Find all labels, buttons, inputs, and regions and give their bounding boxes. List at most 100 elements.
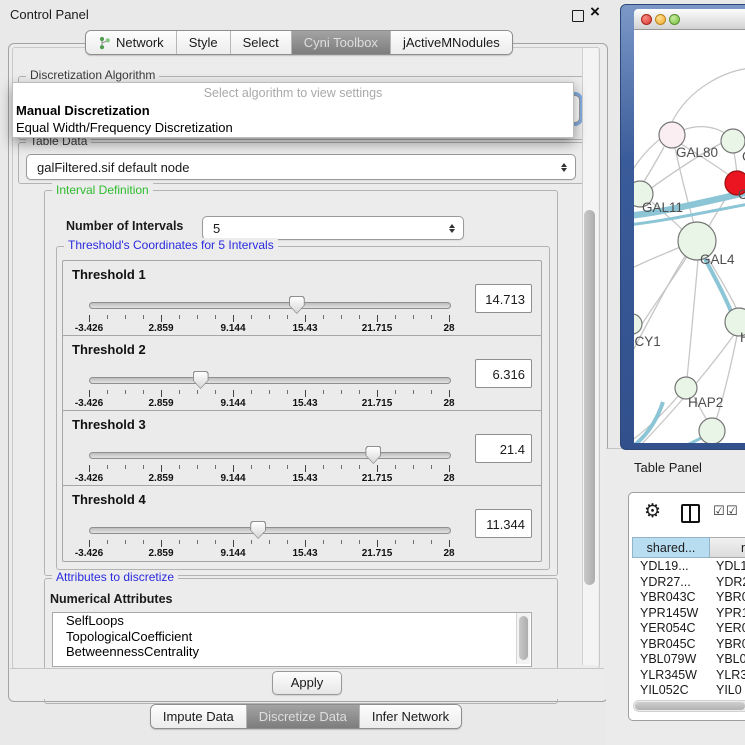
attribute-item-topologicalcoefficient[interactable]: TopologicalCoefficient: [53, 629, 531, 645]
table-row[interactable]: YLR345W YLR3: [632, 668, 745, 684]
table-row[interactable]: YBL079W YBL0: [632, 652, 745, 668]
threshold-4-value-field[interactable]: 11.344: [475, 509, 532, 538]
cell-shared-name[interactable]: YBL079W: [640, 652, 696, 668]
network-node-gcy1[interactable]: [634, 314, 642, 334]
main-scrollbar-thumb[interactable]: [584, 210, 595, 585]
checked-box-icon[interactable]: ☑: [726, 504, 738, 519]
cell-shared-name[interactable]: YLR345W: [640, 668, 697, 684]
threshold-1-value-field[interactable]: 14.713: [475, 284, 532, 313]
network-window-titlebar[interactable]: [634, 9, 745, 30]
threshold-4-slider-thumb[interactable]: [250, 521, 266, 539]
table-row[interactable]: YBR043C YBR0: [632, 590, 745, 606]
table-hscrollbar[interactable]: [633, 700, 745, 712]
cell-shared-name[interactable]: YDR27...: [640, 575, 691, 591]
attributes-list-scrollbar[interactable]: [516, 613, 530, 664]
node-label-c-partial: C: [738, 187, 745, 202]
close-icon[interactable]: ×: [590, 2, 600, 22]
threshold-2-slider-track[interactable]: [89, 377, 451, 384]
table-hscrollbar-thumb[interactable]: [635, 702, 745, 710]
cell-name[interactable]: YBR0: [716, 590, 745, 606]
node-table: ⚙ ☑ ☑ shared... n YDL19...YDL1YDR27...YD…: [628, 492, 745, 721]
threshold-4-scale: -3.4262.8599.14415.4321.71528: [89, 540, 449, 560]
threshold-1-slider-track[interactable]: [89, 302, 451, 309]
tab-impute-data[interactable]: Impute Data: [151, 705, 246, 728]
table-row[interactable]: YDL19... YDL1: [632, 559, 745, 575]
popup-item-manual-discretization[interactable]: Manual Discretization: [13, 102, 573, 119]
cell-name[interactable]: YBL0: [716, 652, 745, 668]
tab-discretize-data[interactable]: Discretize Data: [246, 705, 359, 728]
tab-cyni-toolbox[interactable]: Cyni Toolbox: [291, 31, 390, 54]
tick-mark: [161, 465, 162, 472]
cell-shared-name[interactable]: YBR043C: [640, 590, 696, 606]
threshold-row-2: Threshold 2 -3.4262.8599.14415.4321.7152…: [62, 335, 542, 412]
tick-label: 15.43: [292, 473, 317, 484]
network-view-window[interactable]: GAL80 GAL11 GAL4 GCY1 HAP2 G C H: [620, 4, 745, 450]
tab-select[interactable]: Select: [230, 31, 291, 54]
cell-name[interactable]: YIL0: [716, 683, 742, 699]
network-canvas[interactable]: GAL80 GAL11 GAL4 GCY1 HAP2 G C H: [634, 30, 745, 443]
table-row[interactable]: YPR145W YPR1: [632, 606, 745, 622]
tick-mark: [233, 390, 234, 397]
network-node-bottom[interactable]: [699, 418, 725, 443]
minimize-traffic-light-icon[interactable]: [655, 14, 666, 25]
threshold-3-slider-track[interactable]: [89, 452, 451, 459]
apply-wrap: Apply: [9, 671, 605, 697]
gear-icon[interactable]: ⚙: [644, 500, 661, 522]
numerical-attributes-list[interactable]: SelfLoopsTopologicalCoefficientBetweenne…: [52, 612, 532, 667]
network-icon: [98, 36, 111, 50]
cell-name[interactable]: YPR1: [716, 606, 745, 622]
threshold-2-value-field[interactable]: 6.316: [475, 359, 532, 388]
tick-mark: [269, 465, 270, 469]
threshold-4-slider-track[interactable]: [89, 527, 451, 534]
threshold-2-slider-thumb[interactable]: [193, 371, 209, 389]
table-row[interactable]: YBR045C YBR0: [632, 637, 745, 653]
table-row[interactable]: YDR27... YDR2: [632, 575, 745, 591]
cell-shared-name[interactable]: YBR045C: [640, 637, 696, 653]
cell-name[interactable]: YLR3: [716, 668, 745, 684]
threshold-3-value-field[interactable]: 21.4: [475, 434, 532, 463]
table-row[interactable]: YER054C YER0: [632, 621, 745, 637]
table-row[interactable]: YIL052C YIL0: [632, 683, 745, 699]
tick-mark: [359, 390, 360, 394]
tab-network[interactable]: Network: [86, 31, 176, 54]
column-header-shared-name[interactable]: shared...: [632, 537, 710, 558]
float-icon[interactable]: [572, 10, 584, 22]
tab-jactivemnodules[interactable]: jActiveMNodules: [390, 31, 512, 54]
zoom-traffic-light-icon[interactable]: [669, 14, 680, 25]
cell-shared-name[interactable]: YPR145W: [640, 606, 698, 622]
attribute-item-betweennesscentrality[interactable]: BetweennessCentrality: [53, 644, 531, 660]
tick-mark: [413, 315, 414, 319]
threshold-1-slider-thumb[interactable]: [289, 296, 305, 314]
attribute-item-selfloops[interactable]: SelfLoops: [53, 613, 531, 629]
tick-mark: [107, 315, 108, 319]
column-header-name[interactable]: n: [710, 537, 745, 558]
tick-mark: [431, 540, 432, 544]
cell-shared-name[interactable]: YER054C: [640, 621, 696, 637]
cell-name[interactable]: YDL1: [716, 559, 745, 575]
tab-infer-network[interactable]: Infer Network: [359, 705, 461, 728]
tick-label: 21.715: [362, 548, 393, 559]
tick-mark: [143, 315, 144, 319]
popup-item-equal-width-frequency[interactable]: Equal Width/Frequency Discretization: [13, 119, 573, 136]
threshold-3-scale: -3.4262.8599.14415.4321.71528: [89, 465, 449, 485]
split-columns-icon[interactable]: [681, 504, 700, 523]
checked-box-icon[interactable]: ☑: [713, 504, 725, 519]
tick-label: 2.859: [148, 398, 173, 409]
tick-mark: [395, 315, 396, 319]
cell-shared-name[interactable]: YDL19...: [640, 559, 689, 575]
cell-name[interactable]: YBR0: [716, 637, 745, 653]
apply-button[interactable]: Apply: [272, 671, 343, 695]
cell-shared-name[interactable]: YIL052C: [640, 683, 689, 699]
close-traffic-light-icon[interactable]: [641, 14, 652, 25]
tick-mark: [341, 315, 342, 319]
tick-mark: [413, 465, 414, 469]
tab-style[interactable]: Style: [176, 31, 230, 54]
algorithm-dropdown-popup: Select algorithm to view settings Manual…: [12, 82, 574, 138]
tick-label: 21.715: [362, 473, 393, 484]
table-data-combo[interactable]: galFiltered.sif default node: [26, 154, 576, 180]
number-of-intervals-combo[interactable]: 5: [202, 216, 464, 240]
cell-name[interactable]: YDR2: [716, 575, 745, 591]
tick-mark: [251, 315, 252, 319]
cell-name[interactable]: YER0: [716, 621, 745, 637]
threshold-3-slider-thumb[interactable]: [365, 446, 381, 464]
